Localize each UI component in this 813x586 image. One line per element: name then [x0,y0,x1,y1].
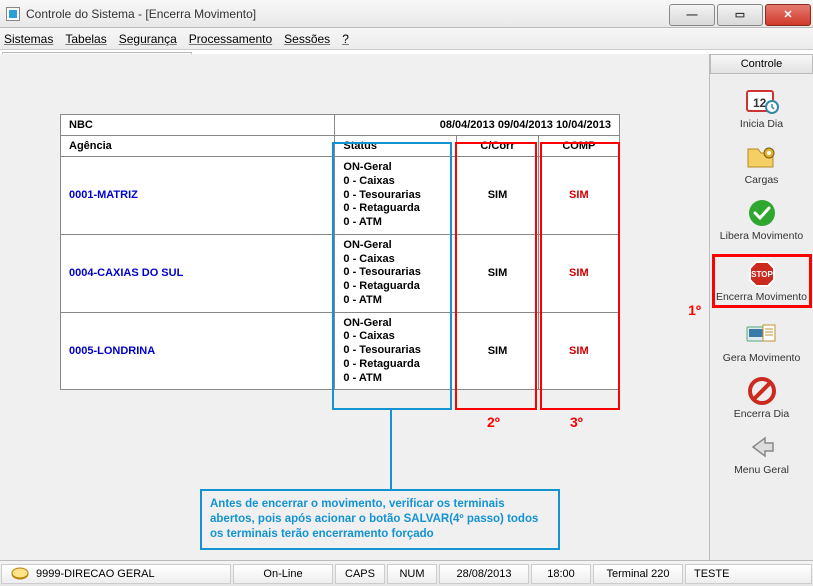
status-branch: 9999-DIRECAO GERAL [1,564,231,584]
sidebar-item-gera-movimento[interactable]: Gera Movimento [716,320,808,364]
sidebar-item-libera-movimento[interactable]: Libera Movimento [716,198,808,242]
minimize-button[interactable]: — [669,4,715,26]
col-status: Status [335,136,457,157]
folder-gear-icon [744,142,780,172]
back-arrow-icon [744,432,780,462]
sidebar-item-label: Menu Geral [734,464,789,476]
svg-text:STOP: STOP [751,270,773,279]
sidebar: Controle 12 Inicia Dia Cargas Libera Mov… [709,54,813,560]
agency-link[interactable]: 0004-CAXIAS DO SUL [69,267,183,279]
sidebar-item-label: Encerra Dia [734,408,789,420]
sidebar-item-label: Gera Movimento [723,352,801,364]
status-caps: CAPS [335,564,385,584]
col-comp: COMP [538,136,619,157]
col-ccorr: C/Corr [457,136,538,157]
table-row: 0005-LONDRINA ON-Geral0 - Caixas0 - Tesou… [61,312,620,390]
close-button[interactable]: ✕ [765,4,811,26]
header-nbc: NBC [61,115,335,136]
sidebar-item-label: Inicia Dia [740,118,783,130]
window-title: Controle do Sistema - [Encerra Movimento… [26,7,256,21]
menu-bar: Sistemas Tabelas Segurança Processamento… [0,28,813,50]
app-icon [6,7,20,21]
status-online: On-Line [233,564,333,584]
table-row: 0001-MATRIZ ON-Geral0 - Caixas0 - Tesoura… [61,157,620,235]
stop-icon: STOP [744,259,780,289]
hint-box: Antes de encerrar o movimento, verificar… [200,489,560,550]
calendar-clock-icon: 12 [744,86,780,116]
status-terminal: Terminal 220 [593,564,683,584]
table-row: 0004-CAXIAS DO SUL ON-Geral0 - Caixas0 - … [61,234,620,312]
step1-label: 1º [688,302,701,318]
menu-sistemas[interactable]: Sistemas [4,32,53,46]
menu-help[interactable]: ? [342,32,349,46]
status-num: NUM [387,564,437,584]
no-entry-icon [744,376,780,406]
comp-cell[interactable]: SIM [538,157,619,235]
status-time: 18:00 [531,564,591,584]
step3-label: 3º [570,414,583,430]
sidebar-item-inicia-dia[interactable]: 12 Inicia Dia [716,86,808,130]
agency-link[interactable]: 0001-MATRIZ [69,189,138,201]
status-bar: 9999-DIRECAO GERAL On-Line CAPS NUM 28/0… [0,560,813,586]
movement-table: NBC 08/04/2013 09/04/2013 10/04/2013 Agê… [60,114,620,390]
hint-connector-line [390,410,392,494]
check-circle-icon [744,198,780,228]
sidebar-item-label: Libera Movimento [720,230,803,242]
menu-seguranca[interactable]: Segurança [119,32,177,46]
col-agencia: Agência [61,136,335,157]
ccorr-cell[interactable]: SIM [457,312,538,390]
title-bar: Controle do Sistema - [Encerra Movimento… [0,0,813,28]
comp-cell[interactable]: SIM [538,312,619,390]
sidebar-item-label: Cargas [745,174,779,186]
ccorr-cell[interactable]: SIM [457,157,538,235]
sidebar-header: Controle [710,54,813,74]
menu-sessoes[interactable]: Sessões [284,32,330,46]
sidebar-item-encerra-dia[interactable]: Encerra Dia [716,376,808,420]
status-cell: ON-Geral0 - Caixas0 - Tesourarias0 - Ret… [335,234,457,312]
step2-label: 2º [487,414,500,430]
comp-cell[interactable]: SIM [538,234,619,312]
menu-processamento[interactable]: Processamento [189,32,272,46]
agency-link[interactable]: 0005-LONDRINA [69,345,155,357]
status-user: TESTE [685,564,812,584]
status-cell: ON-Geral0 - Caixas0 - Tesourarias0 - Ret… [335,312,457,390]
status-cell: ON-Geral0 - Caixas0 - Tesourarias0 - Ret… [335,157,457,235]
ccorr-cell[interactable]: SIM [457,234,538,312]
sidebar-item-menu-geral[interactable]: Menu Geral [716,432,808,476]
coin-icon [10,566,30,582]
status-date: 28/08/2013 [439,564,529,584]
sidebar-item-label: Encerra Movimento [716,291,807,303]
sidebar-item-encerra-movimento[interactable]: STOP Encerra Movimento [712,254,812,308]
svg-text:12: 12 [753,96,767,110]
sidebar-item-cargas[interactable]: Cargas [716,142,808,186]
content-area: NBC 08/04/2013 09/04/2013 10/04/2013 Agê… [0,54,709,560]
header-dates: 08/04/2013 09/04/2013 10/04/2013 [335,115,620,136]
menu-tabelas[interactable]: Tabelas [65,32,106,46]
computer-doc-icon [744,320,780,350]
maximize-button[interactable]: ▭ [717,4,763,26]
